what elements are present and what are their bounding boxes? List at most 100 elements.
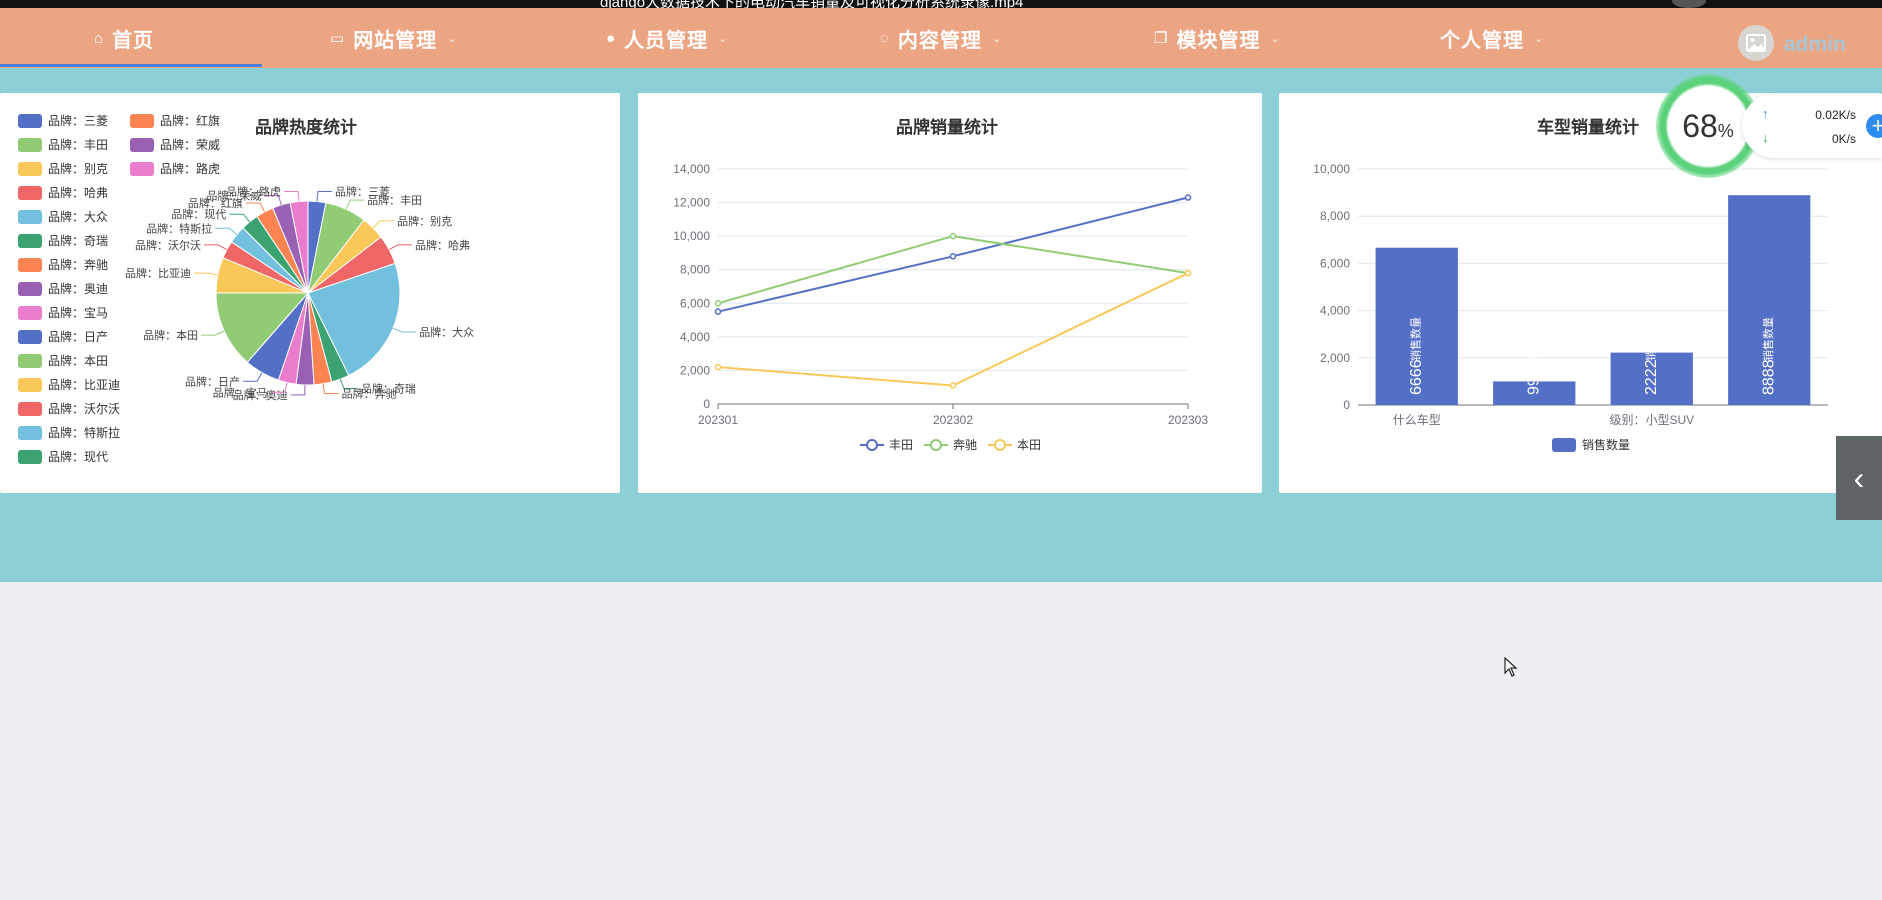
- bar-series-label: 销售数量: [1409, 317, 1423, 361]
- x-tick-label: 202301: [698, 413, 738, 427]
- image-icon: [1746, 34, 1766, 52]
- upload-speed: 0.02K/s: [1815, 108, 1856, 122]
- legend-label: 奔驰: [953, 438, 977, 452]
- y-tick-label: 14,000: [673, 162, 710, 176]
- chevron-down-icon: ⌄: [718, 32, 729, 45]
- pie-label-line: [201, 330, 225, 336]
- legend-label: 品牌：宝马: [48, 306, 108, 320]
- nav-home-label: 首页: [112, 29, 155, 52]
- legend-swatch: [18, 426, 42, 440]
- nav-active-indicator: [0, 64, 262, 67]
- legend-label: 品牌：奔驰: [48, 258, 108, 272]
- legend-label: 品牌：奇瑞: [48, 234, 108, 248]
- legend-label: 品牌：大众: [48, 210, 108, 224]
- brand-heat-card: 品牌热度统计 品牌：三菱 品牌：丰田 品牌：别克 品牌：哈弗 品牌：大众 品牌：奇瑞 品牌：…: [0, 93, 620, 493]
- nav-home[interactable]: ⌂ 首页: [94, 8, 154, 68]
- pie-label-line: [215, 227, 238, 235]
- legend-swatch: [18, 258, 42, 272]
- avatar[interactable]: [1738, 25, 1774, 61]
- pie-label: 品牌：大众: [419, 325, 474, 339]
- legend-swatch: [18, 282, 42, 296]
- plus-icon[interactable]: +: [1866, 114, 1882, 138]
- y-tick-label: 6,000: [1320, 256, 1350, 270]
- pie-label: 品牌：比亚迪: [125, 266, 191, 280]
- pie-label-line: [316, 191, 332, 202]
- gauge-percent: 68: [1682, 107, 1718, 144]
- legend-swatch: [130, 114, 154, 128]
- pie-label-line: [284, 191, 300, 202]
- legend-swatch: [18, 114, 42, 128]
- y-tick-label: 0: [703, 397, 710, 411]
- y-tick-label: 8,000: [1320, 209, 1350, 223]
- legend-label: 品牌：哈弗: [48, 186, 108, 200]
- pie-label: 品牌：特斯拉: [146, 221, 212, 235]
- data-point: [714, 300, 722, 307]
- legend-label: 品牌：路虎: [160, 161, 220, 176]
- data-point: [949, 253, 957, 260]
- user-icon: ●: [606, 29, 617, 47]
- chat-icon: ◌: [880, 29, 890, 47]
- y-tick-label: 2,000: [1320, 351, 1350, 365]
- username[interactable]: admin: [1784, 33, 1846, 57]
- pie-label: 品牌：本田: [143, 328, 198, 342]
- series-line: [717, 272, 1189, 387]
- network-speed-widget: ↑ 0.02K/s ↓ 0K/s +: [1742, 94, 1882, 158]
- y-tick-label: 6,000: [680, 296, 710, 310]
- legend-label: 本田: [1017, 438, 1041, 452]
- y-tick-label: 12,000: [673, 196, 710, 210]
- legend-swatch: [18, 402, 42, 416]
- nav-personal-management[interactable]: 个人管理 ⌄: [1440, 8, 1544, 68]
- legend-label: 品牌：三菱: [48, 114, 108, 128]
- nav-content-management[interactable]: ◌ 内容管理 ⌄: [880, 8, 1002, 68]
- y-tick-label: 4,000: [680, 330, 710, 344]
- video-title-bar: django大数据技术下的电动汽车销量及可视化分析系统录像.mp4: [0, 0, 1882, 8]
- legend-marker: [866, 439, 878, 451]
- collapse-panel-button[interactable]: ‹: [1836, 436, 1882, 520]
- top-nav: ⌂ 首页 ▭ 网站管理 ⌄ ● 人员管理 ⌄ ◌ 内容管理 ⌄ ❐ 模块管理 ⌄ 个人管理 ⌄ ad…: [0, 8, 1882, 68]
- data-point: [949, 382, 957, 389]
- nav-content-label: 内容管理: [897, 29, 982, 52]
- line-chart: 0 2,000 4,000 6,000 8,000 10,000 12,000 14,000 2…: [673, 162, 1208, 452]
- legend-label: 品牌：红旗: [160, 113, 220, 128]
- chevron-down-icon: ⌄: [1270, 32, 1281, 45]
- pie-label: 品牌：别克: [397, 214, 452, 228]
- bar-series-label: 销售数量: [1526, 317, 1540, 361]
- y-tick-label: 2,000: [680, 363, 710, 377]
- pie-label: 品牌：日产: [185, 374, 240, 388]
- nav-personal-label: 个人管理: [1440, 29, 1524, 52]
- pie-label: 品牌：丰田: [367, 193, 422, 207]
- legend-swatch: [18, 162, 42, 176]
- pie-label-line: [322, 383, 339, 395]
- chevron-left-icon: ‹: [1853, 459, 1865, 496]
- nav-site-management[interactable]: ▭ 网站管理 ⌄: [330, 8, 457, 68]
- legend-label: 丰田: [889, 438, 913, 452]
- chevron-down-icon: ⌄: [991, 32, 1003, 45]
- legend-swatch: [130, 138, 154, 152]
- pie-chart: 品牌：三菱品牌：丰田品牌：别克品牌：哈弗品牌：大众品牌：奇瑞品牌：奔驰品牌：奥迪…: [18, 113, 474, 464]
- data-point: [714, 363, 722, 371]
- nav-staff-management[interactable]: ● 人员管理 ⌄: [606, 8, 728, 68]
- bar-series-label: 销售数量: [1644, 317, 1658, 361]
- legend-label: 品牌：奥迪: [48, 282, 108, 296]
- home-icon: ⌂: [94, 29, 105, 47]
- monitor-icon: ▭: [330, 30, 346, 47]
- legend-swatch: [18, 234, 42, 248]
- data-point: [949, 232, 957, 240]
- x-tick-label: 级别：小型SUV: [1609, 413, 1694, 427]
- legend-swatch: [18, 186, 42, 200]
- legend-swatch: [1552, 438, 1576, 452]
- legend-label: 品牌：特斯拉: [48, 425, 120, 440]
- pie-label-line: [243, 372, 263, 382]
- data-point: [1184, 269, 1192, 277]
- bar-series-label: 销售数量: [1761, 317, 1775, 361]
- data-point: [1184, 194, 1192, 201]
- window-avatar: [1672, 0, 1706, 8]
- pie-label-line: [245, 202, 266, 213]
- legend-label: 品牌：日产: [48, 330, 108, 344]
- legend-label: 品牌：现代: [48, 450, 108, 464]
- legend-label: 销售数量: [1582, 437, 1630, 452]
- nav-module-management[interactable]: ❐ 模块管理 ⌄: [1154, 8, 1281, 68]
- download-speed: 0K/s: [1831, 132, 1856, 146]
- pie-label-line: [194, 272, 218, 276]
- legend-marker: [930, 439, 942, 451]
